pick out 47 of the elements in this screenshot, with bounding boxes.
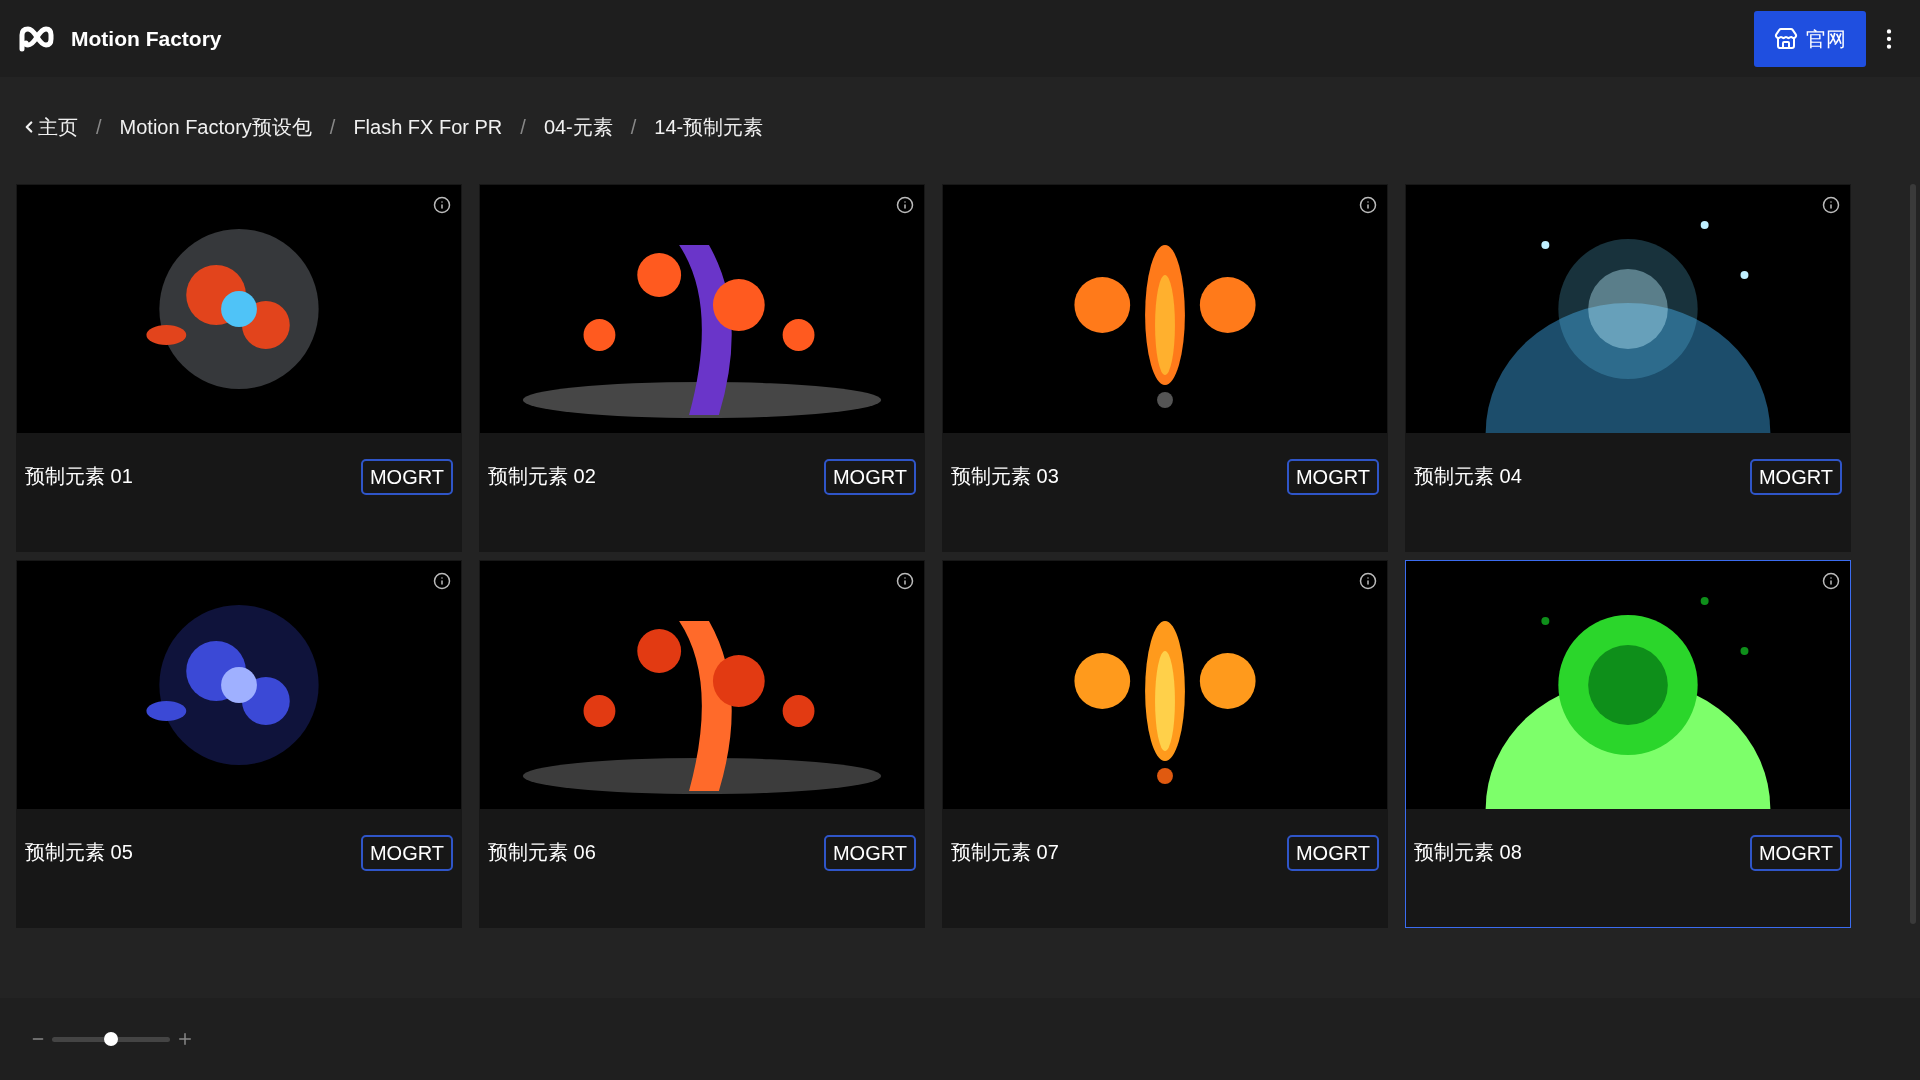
info-icon[interactable] — [896, 196, 914, 214]
card-title: 预制元素 04 — [1414, 464, 1522, 489]
format-badge: MOGRT — [823, 459, 916, 495]
card-title: 预制元素 05 — [25, 840, 133, 865]
preset-card[interactable]: 预制元素 02 MOGRT — [479, 184, 925, 552]
format-badge: MOGRT — [360, 835, 453, 871]
breadcrumb-separator: / — [96, 115, 102, 140]
format-badge: MOGRT — [823, 835, 916, 871]
info-icon[interactable] — [433, 196, 451, 214]
breadcrumb-link[interactable]: Motion Factory预设包 — [119, 112, 312, 142]
preset-card[interactable]: 预制元素 04 MOGRT — [1405, 184, 1851, 552]
breadcrumb-link[interactable]: 04-元素 — [543, 112, 613, 142]
breadcrumb-link[interactable]: 14-预制元素 — [654, 112, 764, 142]
format-badge: MOGRT — [1286, 835, 1379, 871]
breadcrumb-separator: / — [630, 115, 637, 140]
preset-card[interactable]: 预制元素 08 MOGRT — [1405, 560, 1851, 928]
zoom-in-icon[interactable] — [176, 1030, 194, 1048]
info-icon[interactable] — [1822, 572, 1840, 590]
website-button[interactable]: 官网 — [1754, 10, 1866, 67]
card-title: 预制元素 07 — [951, 840, 1059, 865]
info-icon[interactable] — [1822, 196, 1840, 214]
format-badge: MOGRT — [1749, 459, 1842, 495]
store-icon — [1774, 26, 1798, 51]
breadcrumb-link[interactable]: 主页 — [38, 112, 78, 142]
preset-card[interactable]: 预制元素 05 MOGRT — [16, 560, 462, 928]
breadcrumb-link[interactable]: Flash FX For PR — [353, 112, 503, 142]
preset-card[interactable]: 预制元素 03 MOGRT — [942, 184, 1388, 552]
info-icon[interactable] — [433, 572, 451, 590]
preset-card[interactable]: 预制元素 01 MOGRT — [16, 184, 462, 552]
zoom-slider-thumb[interactable] — [104, 1031, 118, 1046]
card-title: 预制元素 01 — [25, 464, 133, 489]
info-icon[interactable] — [896, 572, 914, 590]
card-title: 预制元素 02 — [488, 464, 596, 489]
info-icon[interactable] — [1359, 196, 1377, 214]
preset-card[interactable]: 预制元素 07 MOGRT — [942, 560, 1388, 928]
format-badge: MOGRT — [360, 459, 453, 495]
breadcrumb-separator: / — [329, 115, 336, 140]
card-title: 预制元素 03 — [951, 464, 1059, 489]
card-title: 预制元素 06 — [488, 840, 596, 865]
info-icon[interactable] — [1359, 572, 1377, 590]
preset-card[interactable]: 预制元素 06 MOGRT — [479, 560, 925, 928]
format-badge: MOGRT — [1749, 835, 1842, 871]
app-title: Motion Factory — [71, 25, 222, 52]
logo-icon — [18, 24, 56, 53]
breadcrumb-separator: / — [520, 115, 526, 140]
format-badge: MOGRT — [1286, 459, 1379, 495]
card-title: 预制元素 08 — [1414, 840, 1522, 865]
